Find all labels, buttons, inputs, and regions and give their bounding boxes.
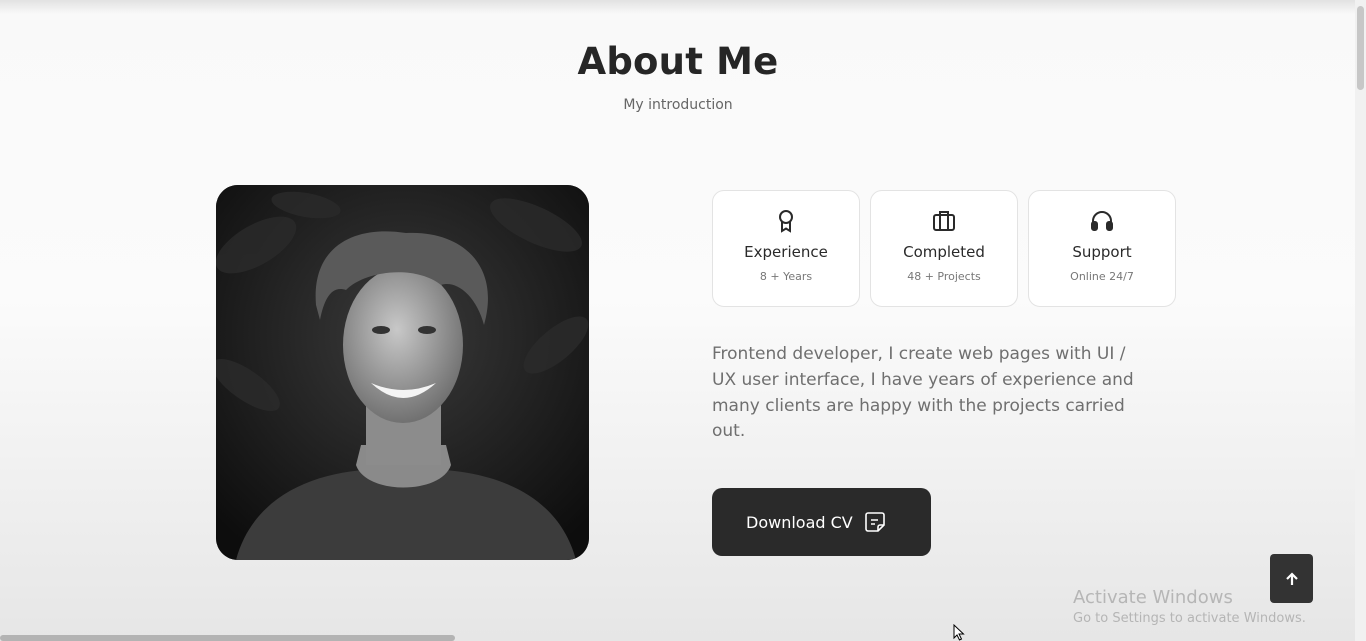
section-title: About Me	[577, 40, 779, 83]
stat-value: 48 + Projects	[907, 270, 981, 283]
vertical-scrollbar-thumb[interactable]	[1357, 6, 1364, 90]
stat-title: Support	[1072, 243, 1132, 261]
arrow-up-icon	[1285, 571, 1298, 585]
profile-photo	[216, 185, 589, 560]
stat-card-completed: Completed 48 + Projects	[870, 190, 1018, 307]
headset-icon	[1091, 211, 1113, 231]
stat-card-experience: Experience 8 + Years	[712, 190, 860, 307]
watermark-subtitle: Go to Settings to activate Windows.	[1073, 611, 1306, 626]
stat-title: Completed	[903, 243, 985, 261]
about-description: Frontend developer, I create web pages w…	[712, 344, 1134, 442]
stats-cards: Experience 8 + Years Completed 48 + Proj…	[712, 190, 1176, 307]
download-cv-button[interactable]: Download CV	[712, 488, 931, 556]
activate-windows-watermark: Activate Windows Go to Settings to activ…	[1073, 587, 1306, 626]
horizontal-scrollbar-thumb[interactable]	[0, 635, 455, 641]
section-subtitle: My introduction	[623, 97, 733, 113]
stat-title: Experience	[744, 243, 828, 261]
briefcase-icon	[933, 211, 955, 231]
stat-value: Online 24/7	[1070, 270, 1134, 283]
download-cv-label: Download CV	[746, 512, 853, 532]
document-icon	[864, 512, 885, 532]
stat-value: 8 + Years	[759, 270, 813, 283]
vertical-scrollbar[interactable]	[1355, 0, 1366, 641]
stat-card-support: Support Online 24/7	[1028, 190, 1176, 307]
award-icon	[779, 210, 793, 233]
mouse-cursor-icon	[953, 624, 965, 641]
watermark-title: Activate Windows	[1073, 587, 1233, 608]
